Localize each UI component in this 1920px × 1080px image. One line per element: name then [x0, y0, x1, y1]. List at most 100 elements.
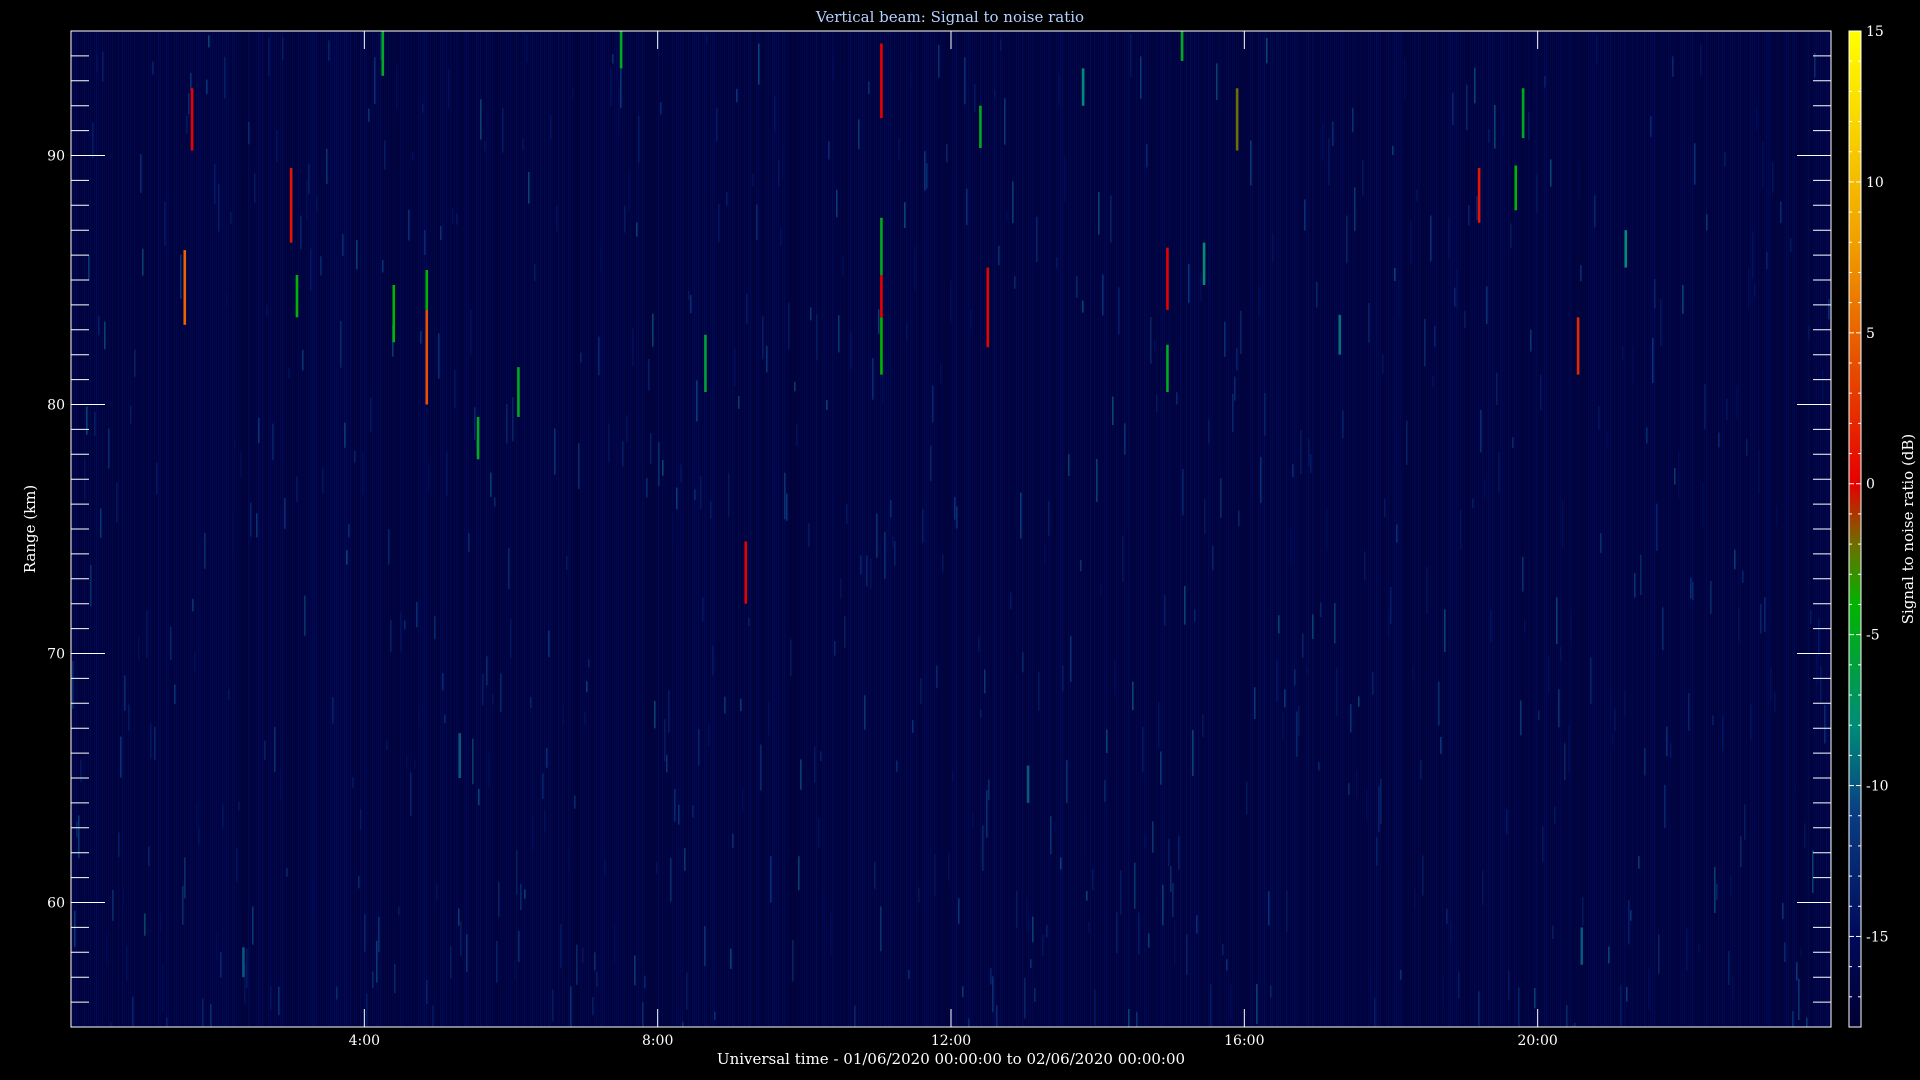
noise-column [156, 31, 158, 1027]
noise-streak [512, 397, 514, 442]
noise-column [1778, 31, 1780, 1027]
noise-streak [1202, 714, 1204, 738]
noise-column [1428, 31, 1430, 1027]
noise-column [1236, 31, 1238, 1027]
noise-streak [422, 103, 424, 113]
noise-streak [826, 400, 828, 410]
noise-column [1308, 31, 1310, 1027]
noise-streak [254, 173, 256, 204]
echo-streak [476, 416, 480, 460]
noise-column [940, 31, 942, 1027]
noise-streak [692, 805, 694, 818]
noise-column [268, 31, 270, 1027]
noise-column [732, 31, 734, 1027]
noise-column [932, 31, 934, 1027]
noise-column [906, 31, 908, 1027]
colorbar-tick-label: 15 [1866, 24, 1884, 40]
noise-streak [1220, 478, 1222, 518]
noise-column [962, 31, 964, 1027]
noise-column [722, 31, 724, 1027]
noise-column [110, 31, 112, 1027]
noise-column [464, 31, 466, 1027]
noise-column [386, 31, 388, 1027]
noise-column [648, 31, 650, 1027]
noise-column [1728, 31, 1730, 1027]
noise-column [1618, 31, 1620, 1027]
echo-streak [392, 284, 396, 343]
noise-column [1194, 31, 1196, 1027]
noise-column [598, 31, 600, 1027]
colorbar-tick-label: 5 [1866, 326, 1875, 342]
noise-streak [984, 669, 986, 694]
noise-streak [1662, 607, 1664, 651]
noise-column [794, 31, 796, 1027]
noise-streak [574, 795, 576, 809]
noise-streak [1006, 212, 1008, 221]
noise-column [712, 31, 714, 1027]
noise-column [1654, 31, 1656, 1027]
noise-streak [514, 958, 516, 980]
noise-streak [766, 345, 768, 373]
noise-streak [1808, 326, 1810, 340]
noise-streak [1652, 337, 1654, 384]
noise-streak [494, 497, 496, 507]
noise-streak [362, 453, 364, 495]
noise-streak [170, 627, 172, 661]
noise-column [574, 31, 576, 1027]
noise-column [430, 31, 432, 1027]
noise-column [1028, 31, 1030, 1027]
noise-column [576, 31, 578, 1027]
noise-streak [752, 173, 754, 187]
noise-streak [818, 817, 820, 848]
noise-streak [1730, 875, 1732, 896]
noise-column [366, 31, 368, 1027]
noise-streak [1732, 977, 1734, 1000]
noise-streak [166, 1017, 168, 1027]
noise-streak [596, 971, 598, 987]
noise-streak [1290, 530, 1292, 564]
noise-column [352, 31, 354, 1027]
noise-streak [506, 404, 508, 444]
noise-streak [1012, 181, 1014, 224]
noise-streak [1062, 665, 1064, 692]
noise-column [838, 31, 840, 1027]
noise-streak [1558, 689, 1560, 728]
noise-column [460, 31, 462, 1027]
noise-column [1458, 31, 1460, 1027]
noise-column [746, 31, 748, 1027]
noise-column [688, 31, 690, 1027]
noise-streak [768, 701, 770, 736]
noise-column [1258, 31, 1260, 1027]
noise-column [590, 31, 592, 1027]
noise-streak [970, 310, 972, 329]
noise-streak [74, 910, 76, 947]
noise-streak [1648, 968, 1650, 1010]
noise-column [1608, 31, 1610, 1027]
noise-streak [636, 222, 638, 237]
noise-streak [264, 740, 266, 761]
noise-column [276, 31, 278, 1027]
noise-streak [780, 228, 782, 246]
echo-streak [517, 367, 520, 417]
noise-streak [374, 57, 376, 105]
noise-column [734, 31, 736, 1027]
noise-column [614, 31, 616, 1027]
noise-column [784, 31, 786, 1027]
noise-column [1090, 31, 1092, 1027]
noise-column [384, 31, 386, 1027]
noise-streak [348, 524, 350, 538]
noise-column [1228, 31, 1230, 1027]
noise-streak [1552, 925, 1554, 940]
noise-streak [550, 115, 552, 140]
noise-streak [1130, 33, 1132, 78]
noise-column [1626, 31, 1628, 1027]
noise-column [364, 31, 366, 1027]
noise-column [1278, 31, 1280, 1027]
noise-column [558, 31, 560, 1027]
noise-streak [1364, 551, 1366, 581]
noise-column [1066, 31, 1068, 1027]
noise-streak [814, 746, 816, 783]
noise-column [166, 31, 168, 1027]
noise-column [820, 31, 822, 1027]
noise-column [1808, 31, 1810, 1027]
